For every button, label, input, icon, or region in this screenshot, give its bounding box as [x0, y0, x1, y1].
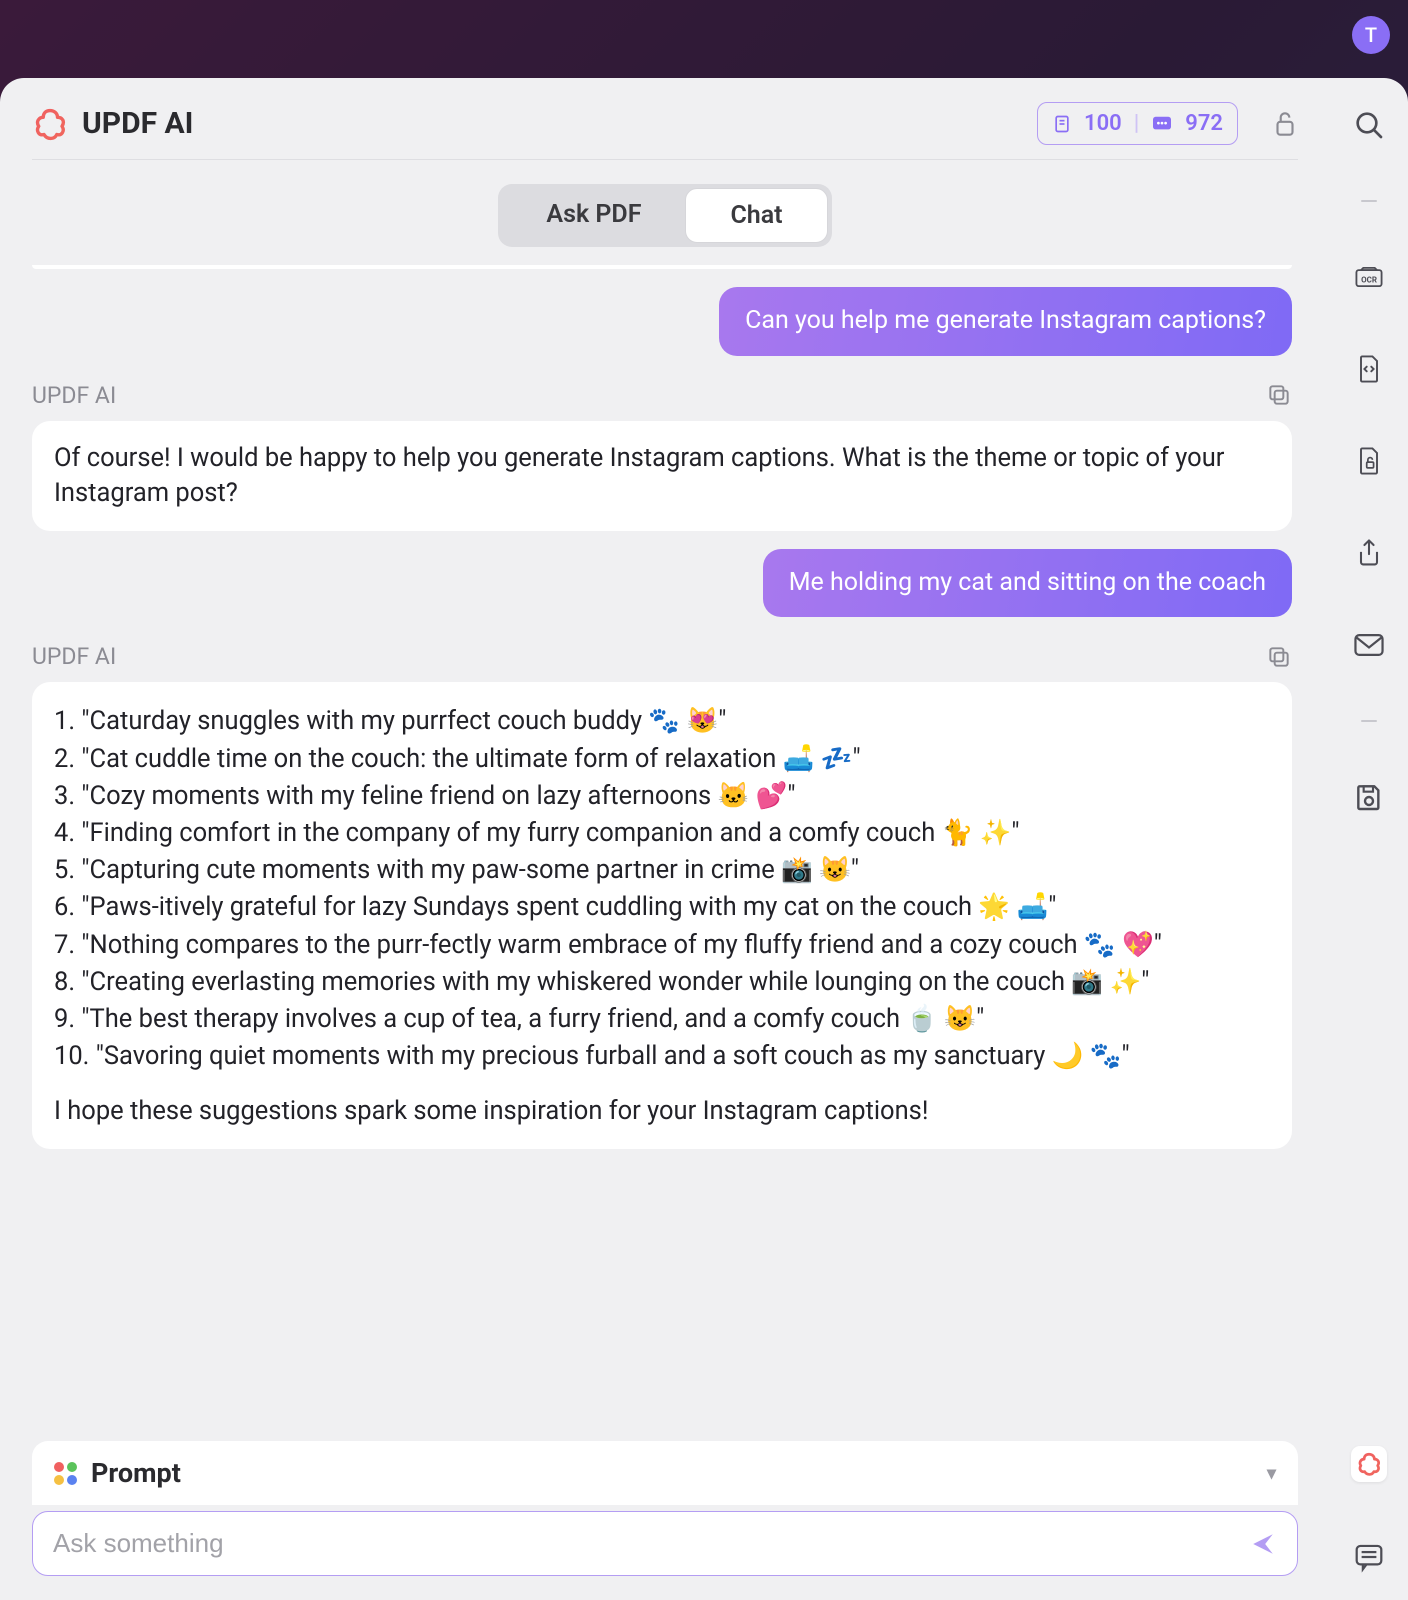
caption-item: 6. "Paws-itively grateful for lazy Sunda… — [54, 890, 1270, 925]
svg-text:OCR: OCR — [1361, 276, 1377, 285]
protect-icon[interactable] — [1352, 444, 1386, 478]
convert-icon[interactable] — [1352, 352, 1386, 386]
caption-item: 7. "Nothing compares to the purr-fectly … — [54, 928, 1270, 963]
prompt-dots-icon — [54, 1462, 77, 1485]
ocr-icon[interactable]: OCR — [1352, 260, 1386, 294]
mode-segmented-control: Ask PDF Chat — [498, 184, 831, 247]
caption-item: 3. "Cozy moments with my feline friend o… — [54, 779, 1270, 814]
user-message: Me holding my cat and sitting on the coa… — [763, 549, 1292, 618]
chat-input[interactable] — [53, 1528, 1249, 1559]
save-icon[interactable] — [1352, 780, 1386, 814]
ai-message: Of course! I would be happy to help you … — [32, 421, 1292, 531]
copy-icon[interactable] — [1266, 644, 1292, 670]
prompt-toggle[interactable]: Prompt ▾ — [32, 1441, 1298, 1505]
toolbar-separator — [1361, 200, 1377, 202]
updf-logo-icon — [32, 106, 68, 142]
caption-item: 1. "Caturday snuggles with my purrfect c… — [54, 704, 1270, 739]
chat-input-row — [32, 1511, 1298, 1576]
usage-counter[interactable]: 100 | 972 — [1037, 102, 1238, 145]
header: UPDF AI 100 | 972 — [32, 102, 1298, 160]
tab-chat[interactable]: Chat — [685, 188, 827, 243]
toolbar-separator — [1361, 720, 1377, 722]
caption-item: 9. "The best therapy involves a cup of t… — [54, 1002, 1270, 1037]
caption-item: 10. "Savoring quiet moments with my prec… — [54, 1039, 1270, 1074]
caption-item: 8. "Creating everlasting memories with m… — [54, 965, 1270, 1000]
ai-message: 1. "Caturday snuggles with my purrfect c… — [32, 682, 1292, 1149]
mail-icon[interactable] — [1352, 628, 1386, 662]
ai-label: UPDF AI — [32, 643, 116, 670]
chevron-down-icon: ▾ — [1267, 1463, 1276, 1484]
copy-icon[interactable] — [1266, 382, 1292, 408]
chat-icon — [1151, 115, 1173, 133]
right-toolbar: OCR — [1330, 78, 1408, 1600]
token-count: 972 — [1185, 111, 1223, 136]
counter-separator: | — [1134, 111, 1140, 136]
send-icon[interactable] — [1249, 1531, 1277, 1557]
notes-icon[interactable] — [1352, 1540, 1386, 1574]
ai-message-footer: I hope these suggestions spark some insp… — [54, 1094, 1270, 1129]
search-icon[interactable] — [1352, 108, 1386, 142]
caption-item: 4. "Finding comfort in the company of my… — [54, 816, 1270, 851]
tab-ask-pdf[interactable]: Ask PDF — [502, 188, 685, 243]
lock-icon[interactable] — [1272, 109, 1298, 139]
caption-item: 5. "Capturing cute moments with my paw-s… — [54, 853, 1270, 888]
page-count: 100 — [1084, 111, 1122, 136]
updf-mini-logo[interactable] — [1351, 1446, 1387, 1482]
ai-label: UPDF AI — [32, 382, 116, 409]
ai-panel: UPDF AI 100 | 972 Ask PDF Chat Can you h… — [0, 78, 1408, 1600]
caption-item: 2. "Cat cuddle time on the couch: the ul… — [54, 742, 1270, 777]
prompt-label: Prompt — [91, 1457, 181, 1489]
share-icon[interactable] — [1352, 536, 1386, 570]
app-title: UPDF AI — [82, 106, 193, 141]
user-message: Can you help me generate Instagram capti… — [719, 287, 1292, 356]
avatar[interactable]: T — [1352, 16, 1390, 54]
chat-area[interactable]: Can you help me generate Instagram capti… — [32, 265, 1298, 1427]
page-icon — [1052, 114, 1072, 134]
